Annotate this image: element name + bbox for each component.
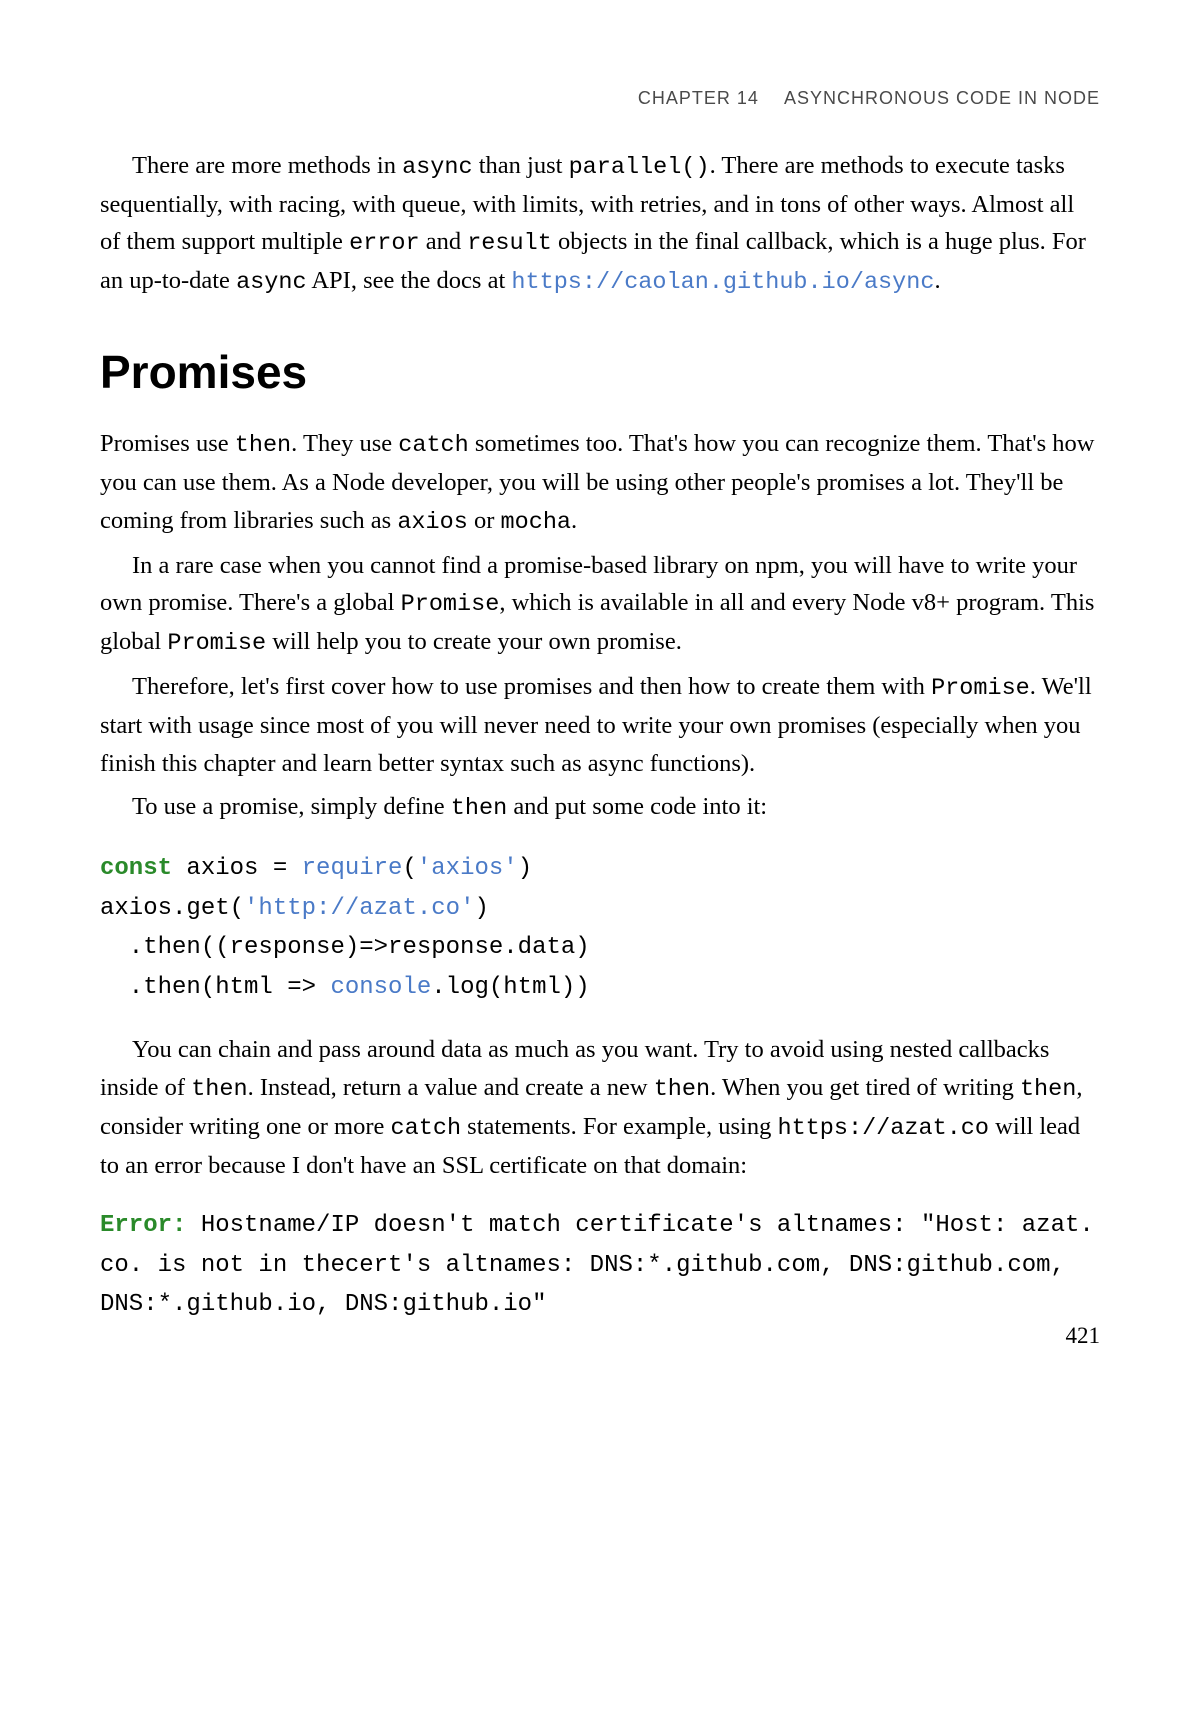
page-header: CHAPTER 14 ASYNCHRONOUS CODE IN NODE [100,88,1100,109]
paragraph-1: There are more methods in async than jus… [100,147,1100,301]
code-promise-2: Promise [167,630,266,657]
string-url: 'http://azat.co' [244,895,474,922]
string-axios: 'axios' [417,855,518,882]
keyword-error: Error: [100,1212,186,1239]
paragraph-6: You can chain and pass around data as mu… [100,1031,1100,1184]
code-catch-2: catch [391,1115,462,1142]
code-error: error [349,230,420,257]
code-catch: catch [398,432,469,459]
code-block-1: const axios = require('axios') axios.get… [100,849,1100,1007]
code-async-2: async [236,269,307,296]
code-then-3: then [191,1076,247,1103]
code-promise-1: Promise [401,591,500,618]
keyword-const: const [100,855,172,882]
code-parallel: parallel() [569,154,710,181]
chapter-title: ASYNCHRONOUS CODE IN NODE [784,88,1100,108]
code-then-4: then [654,1076,710,1103]
keyword-console: console [330,974,431,1001]
code-async: async [402,154,473,181]
paragraph-5: To use a promise, simply define then and… [100,788,1100,827]
link-caolan[interactable]: https://caolan.github.io/async [511,269,934,296]
keyword-require: require [302,855,403,882]
code-block-2: Error: Hostname/IP doesn't match certifi… [100,1206,1100,1325]
code-then-2: then [451,795,507,822]
section-title-promises: Promises [100,345,1100,399]
code-then-5: then [1020,1076,1076,1103]
code-url-https: https://azat.co [777,1115,989,1142]
chapter-number: CHAPTER 14 [638,88,759,108]
code-mocha: mocha [501,509,572,536]
paragraph-4: Therefore, let's first cover how to use … [100,668,1100,782]
code-result: result [467,230,552,257]
code-then: then [235,432,291,459]
code-axios: axios [397,509,468,536]
paragraph-2: Promises use then. They use catch someti… [100,425,1100,540]
code-promise-3: Promise [931,675,1030,702]
paragraph-3: In a rare case when you cannot find a pr… [100,547,1100,662]
page-number: 421 [1066,1323,1101,1349]
